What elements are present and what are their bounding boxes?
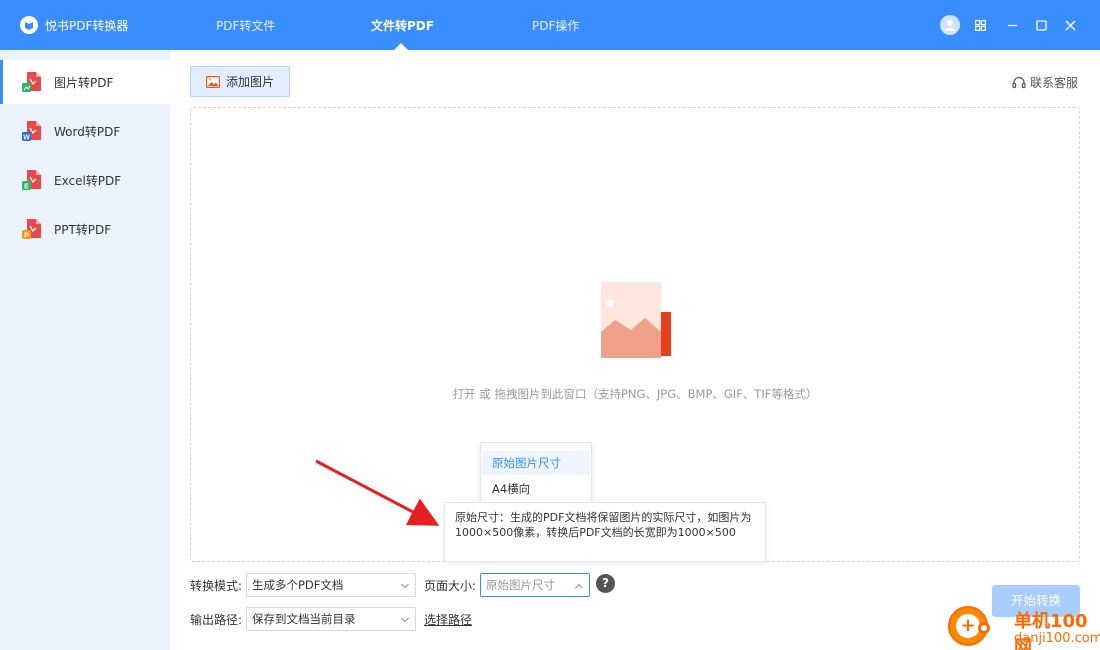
tab-pdf-operations[interactable]: PDF操作 xyxy=(532,17,579,34)
excel-pdf-icon: E xyxy=(22,170,41,191)
maximize-icon[interactable] xyxy=(1032,16,1050,34)
drop-hint-text: 打开 或 拖拽图片到此窗口（支持PNG、JPG、BMP、GIF、TIF等格式） xyxy=(452,387,818,401)
choose-path-link[interactable]: 选择路径 xyxy=(424,611,472,628)
add-image-button[interactable]: 添加图片 xyxy=(190,66,290,97)
page-size-placeholder: 原始图片尺寸 xyxy=(486,578,555,592)
contact-label: 联系客服 xyxy=(1030,76,1079,90)
svg-text:W: W xyxy=(23,135,30,142)
contact-support-link[interactable]: 联系客服 xyxy=(1012,74,1078,91)
app-title: 悦书PDF转换器 xyxy=(45,19,129,33)
page-size-dropdown-list: 原始图片尺寸 A4横向 xyxy=(480,442,592,508)
chevron-up-icon xyxy=(575,583,583,589)
sidebar-item-image-to-pdf[interactable]: 图片转PDF xyxy=(0,60,170,104)
watermark-domain: danji100.com xyxy=(1014,631,1100,646)
sidebar-item-label: 图片转PDF xyxy=(54,75,114,90)
sidebar-item-word-to-pdf[interactable]: W Word转PDF xyxy=(0,109,170,153)
tab-file-to-pdf[interactable]: 文件转PDF xyxy=(371,17,434,34)
site-watermark: + 单机100网 danji100.com xyxy=(948,604,1100,650)
chevron-down-icon xyxy=(401,583,409,589)
close-icon[interactable] xyxy=(1061,16,1079,34)
dropdown-option-a4-landscape[interactable]: A4横向 xyxy=(482,477,590,501)
annotation-arrow-icon xyxy=(315,459,440,526)
ppt-pdf-icon: P xyxy=(22,219,41,240)
grid-icon[interactable] xyxy=(971,16,989,34)
sidebar-item-label: Excel转PDF xyxy=(54,173,122,188)
help-icon[interactable]: ? xyxy=(596,574,615,593)
sidebar-item-ppt-to-pdf[interactable]: P PPT转PDF xyxy=(0,207,170,251)
avatar-icon[interactable] xyxy=(940,15,960,35)
minimize-icon[interactable] xyxy=(1003,16,1021,34)
svg-text:P: P xyxy=(24,233,29,240)
svg-text:E: E xyxy=(24,184,29,191)
title-bar: 悦书PDF转换器 PDF转文件 文件转PDF PDF操作 xyxy=(0,0,1100,50)
headset-icon xyxy=(1012,76,1026,88)
sidebar: 图片转PDF W Word转PDF E Excel转PDF P PPT转PDF xyxy=(0,50,170,650)
watermark-logo-icon: + xyxy=(948,606,990,646)
chevron-down-icon xyxy=(401,617,409,623)
output-path-select[interactable]: 保存到文档当前目录 xyxy=(246,607,416,631)
conversion-mode-select[interactable]: 生成多个PDF文档 xyxy=(246,573,416,597)
page-size-tooltip: 原始尺寸：生成的PDF文档将保留图片的实际尺寸，如图片为1000×500像素，转… xyxy=(444,502,766,562)
conversion-mode-label: 转换模式: xyxy=(190,579,243,593)
active-tab-indicator xyxy=(394,43,408,50)
sidebar-item-label: PPT转PDF xyxy=(54,222,112,237)
sidebar-item-excel-to-pdf[interactable]: E Excel转PDF xyxy=(0,158,170,202)
word-pdf-icon: W xyxy=(22,121,41,142)
output-path-value: 保存到文档当前目录 xyxy=(252,612,356,626)
output-path-label: 输出路径: xyxy=(190,613,243,627)
add-image-label: 添加图片 xyxy=(225,75,274,89)
app-logo-icon xyxy=(20,16,38,34)
page-size-select[interactable]: 原始图片尺寸 xyxy=(480,573,590,597)
page-size-label: 页面大小: xyxy=(424,579,477,593)
tab-pdf-to-file[interactable]: PDF转文件 xyxy=(216,17,275,34)
image-pdf-icon xyxy=(22,72,41,92)
conversion-mode-value: 生成多个PDF文档 xyxy=(252,578,344,592)
image-icon xyxy=(205,75,220,88)
image-placeholder-icon xyxy=(601,282,671,358)
dropdown-option-original[interactable]: 原始图片尺寸 xyxy=(482,451,590,475)
sidebar-item-label: Word转PDF xyxy=(54,124,121,139)
